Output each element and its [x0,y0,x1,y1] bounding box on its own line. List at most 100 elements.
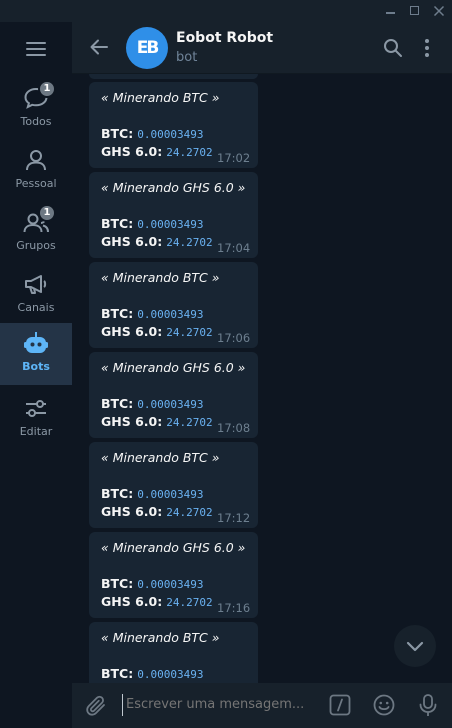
folder-pessoal[interactable]: Pessoal [0,140,72,202]
ghs-value: 24.2702 [166,146,213,159]
btc-label: BTC: [101,576,134,591]
message-time: 17:16 [217,601,251,615]
ghs-value: 24.2702 [166,596,213,609]
ghs-value: 24.2702 [166,416,213,429]
message-time: 17:02 [217,151,251,165]
person-icon [26,150,46,171]
btc-line: BTC: 0.00003493 [101,666,203,681]
message-bubble[interactable]: « Minerando BTC » BTC: 0.00003493 GHS 6.… [89,442,258,528]
folder-label: Editar [19,425,53,438]
message-time: 17:06 [217,331,251,345]
ghs-line: GHS 6.0: 24.2702 [101,324,213,339]
message-title: « Minerando BTC » [101,270,220,285]
ghs-value: 24.2702 [166,506,213,519]
ghs-label: GHS 6.0: [101,324,163,339]
message-bubble[interactable]: « Minerando BTC » BTC: 0.00003493 GHS 6.… [89,262,258,348]
btc-line: BTC: 0.00003493 [101,306,203,321]
message-time: 17:08 [217,421,251,435]
btc-line: BTC: 0.00003493 [101,486,203,501]
btc-label: BTC: [101,126,134,141]
ghs-label: GHS 6.0: [101,594,163,609]
message-bubble-partial [89,74,258,79]
more-vertical-icon[interactable] [418,37,436,59]
btc-line: BTC: 0.00003493 [101,396,203,411]
megaphone-icon [25,275,47,294]
window-titlebar [0,0,452,22]
chat-title[interactable]: Eobot Robot [176,30,273,46]
ghs-value: 24.2702 [166,236,213,249]
ghs-line: GHS 6.0: 24.2702 [101,234,213,249]
ghs-value: 24.2702 [166,326,213,339]
ghs-line: GHS 6.0: 24.2702 [101,414,213,429]
folder-bots[interactable]: Bots [0,323,72,385]
message-title: « Minerando BTC » [101,630,220,645]
bot-avatar[interactable]: EB [126,27,168,69]
message-composer [72,683,452,728]
btc-line: BTC: 0.00003493 [101,576,203,591]
btc-value: 0.00003493 [137,128,204,141]
folder-canais[interactable]: Canais [0,264,72,326]
ghs-line: GHS 6.0: 24.2702 [101,594,213,609]
scroll-down-button[interactable] [394,625,436,667]
emoji-icon[interactable] [372,693,396,717]
folder-sidebar: 1 Todos Pessoal 1 Grupos Canais Bots Edi… [0,22,72,728]
minimize-icon[interactable] [379,0,403,22]
folder-label: Pessoal [15,177,57,190]
btc-value: 0.00003493 [137,308,204,321]
chevron-down-icon [406,641,424,652]
btc-value: 0.00003493 [137,218,204,231]
paperclip-icon[interactable] [84,694,108,718]
btc-value: 0.00003493 [137,398,204,411]
message-title: « Minerando BTC » [101,450,220,465]
close-icon[interactable] [427,0,451,22]
ghs-line: GHS 6.0: 24.2702 [101,144,213,159]
folder-label: Bots [22,360,50,373]
folder-label: Canais [17,301,55,314]
btc-label: BTC: [101,666,134,681]
search-icon[interactable] [382,37,404,59]
ghs-label: GHS 6.0: [101,504,163,519]
btc-label: BTC: [101,396,134,411]
message-title: « Minerando GHS 6.0 » [101,540,246,555]
bot-icon [24,332,48,353]
folder-grupos[interactable]: 1 Grupos [0,202,72,264]
unread-badge: 1 [38,80,56,98]
maximize-icon[interactable] [403,0,427,22]
message-input[interactable] [122,694,322,716]
chat-header: EB Eobot Robot bot [72,22,452,74]
sliders-icon [26,400,46,417]
btc-label: BTC: [101,486,134,501]
btc-value: 0.00003493 [137,668,204,681]
folder-label: Todos [20,115,52,128]
message-bubble[interactable]: « Minerando BTC » BTC: 0.00003493 GHS 6.… [89,82,258,168]
message-bubble[interactable]: « Minerando GHS 6.0 » BTC: 0.00003493 GH… [89,172,258,258]
message-title: « Minerando GHS 6.0 » [101,180,246,195]
btc-line: BTC: 0.00003493 [101,126,203,141]
chat-subtitle: bot [176,50,198,65]
microphone-icon[interactable] [417,693,439,717]
folder-label: Grupos [16,239,56,252]
message-time: 17:04 [217,241,251,255]
hamburger-icon[interactable] [26,42,46,56]
bot-commands-icon[interactable] [329,694,351,716]
message-bubble[interactable]: « Minerando GHS 6.0 » BTC: 0.00003493 GH… [89,532,258,618]
btc-line: BTC: 0.00003493 [101,216,203,231]
message-list[interactable]: « Minerando BTC » BTC: 0.00003493 GHS 6.… [72,74,452,683]
message-title: « Minerando GHS 6.0 » [101,360,246,375]
message-title: « Minerando BTC » [101,90,220,105]
folder-editar[interactable]: Editar [0,388,72,450]
message-bubble[interactable]: « Minerando BTC » BTC: 0.00003493 [89,622,258,683]
folder-todos[interactable]: 1 Todos [0,78,72,140]
ghs-line: GHS 6.0: 24.2702 [101,504,213,519]
message-time: 17:12 [217,511,251,525]
ghs-label: GHS 6.0: [101,234,163,249]
avatar-initials: EB [136,38,160,58]
ghs-label: GHS 6.0: [101,144,163,159]
unread-badge: 1 [38,204,56,222]
btc-value: 0.00003493 [137,578,204,591]
back-arrow-icon[interactable] [88,36,110,58]
btc-label: BTC: [101,306,134,321]
btc-value: 0.00003493 [137,488,204,501]
message-bubble[interactable]: « Minerando GHS 6.0 » BTC: 0.00003493 GH… [89,352,258,438]
ghs-label: GHS 6.0: [101,414,163,429]
